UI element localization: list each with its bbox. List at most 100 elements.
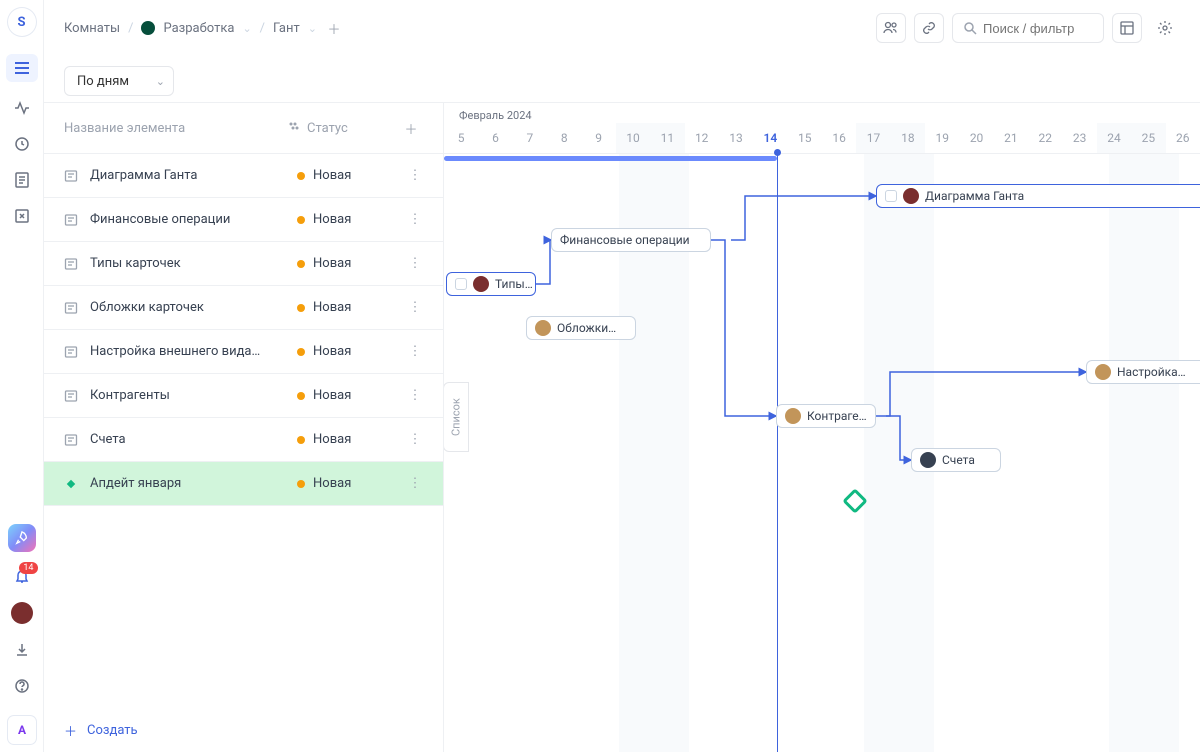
gantt-task[interactable]: Настройка… xyxy=(1086,360,1200,384)
gantt-task-label: Типы… xyxy=(495,277,533,291)
gantt-day: 26 xyxy=(1166,123,1200,153)
chevron-down-icon[interactable]: ⌄ xyxy=(242,22,251,35)
gantt-month-label: Февраль 2024 xyxy=(459,109,532,122)
nav-bell-icon[interactable]: 14 xyxy=(12,566,32,586)
task-status: Новая xyxy=(297,432,407,447)
weekend-column xyxy=(1109,154,1144,752)
status-dot xyxy=(297,392,305,400)
create-button[interactable]: ＋ Создать xyxy=(64,721,138,740)
nav-doc-icon[interactable] xyxy=(12,170,32,190)
task-name: Типы карточек xyxy=(80,256,297,271)
assignee-avatar xyxy=(903,188,919,204)
gantt-day: 19 xyxy=(925,123,959,153)
task-status: Новая xyxy=(297,212,407,227)
gantt-day: 21 xyxy=(994,123,1028,153)
gantt-task[interactable]: Типы… xyxy=(446,272,536,296)
status-dot xyxy=(297,172,305,180)
checkbox-icon[interactable] xyxy=(885,190,897,202)
assignee-avatar xyxy=(1095,364,1111,380)
row-more-button[interactable]: ⋮ xyxy=(407,300,423,315)
task-list-panel: Название элемента Статус ＋ Диаграмма Ган… xyxy=(44,102,444,752)
gantt-day: 12 xyxy=(685,123,719,153)
row-more-button[interactable]: ⋮ xyxy=(407,256,423,271)
task-status: Новая xyxy=(297,344,407,359)
breadcrumb-sep-icon: / xyxy=(260,21,265,36)
gantt-day: 24 xyxy=(1097,123,1131,153)
settings-button[interactable] xyxy=(1150,13,1180,43)
card-icon xyxy=(64,169,80,183)
checkbox-icon[interactable] xyxy=(455,278,467,290)
nav-download-icon[interactable] xyxy=(12,640,32,660)
row-more-button[interactable]: ⋮ xyxy=(407,168,423,183)
gantt-day: 14 xyxy=(753,123,787,153)
task-status: Новая xyxy=(297,388,407,403)
gantt-task[interactable]: Финансовые операции xyxy=(551,228,711,252)
today-line xyxy=(777,154,778,752)
gantt-task[interactable]: Счета xyxy=(911,448,1001,472)
app-switcher-icon[interactable]: A xyxy=(8,716,36,744)
gantt-task[interactable]: Обложки… xyxy=(526,316,636,340)
row-more-button[interactable]: ⋮ xyxy=(407,388,423,403)
gantt-day: 16 xyxy=(822,123,856,153)
user-avatar[interactable] xyxy=(11,602,33,624)
table-row[interactable]: Финансовые операции Новая ⋮ xyxy=(44,198,443,242)
task-name: Счета xyxy=(80,432,297,447)
gantt-task-label: Финансовые операции xyxy=(560,233,690,247)
search-input[interactable] xyxy=(952,13,1104,43)
table-row[interactable]: Обложки карточек Новая ⋮ xyxy=(44,286,443,330)
row-more-button[interactable]: ⋮ xyxy=(407,212,423,227)
status-dot xyxy=(297,436,305,444)
table-row[interactable]: Счета Новая ⋮ xyxy=(44,418,443,462)
row-more-button[interactable]: ⋮ xyxy=(407,432,423,447)
add-column-button[interactable]: ＋ xyxy=(399,119,423,138)
task-rows: Диаграмма Ганта Новая ⋮ Финансовые опера… xyxy=(44,154,443,506)
gantt-task[interactable]: Контраге… xyxy=(776,404,876,428)
breadcrumb-view[interactable]: Гант xyxy=(273,21,300,36)
add-view-button[interactable]: ＋ xyxy=(325,19,343,37)
layout-button[interactable] xyxy=(1112,13,1142,43)
task-name: Обложки карточек xyxy=(80,300,297,315)
assignee-avatar xyxy=(920,452,936,468)
card-icon xyxy=(64,433,80,447)
table-row[interactable]: Настройка внешнего вида… Новая ⋮ xyxy=(44,330,443,374)
card-icon xyxy=(64,301,80,315)
members-button[interactable] xyxy=(876,13,906,43)
list-header: Название элемента Статус ＋ xyxy=(44,102,443,154)
milestone-icon xyxy=(64,477,80,491)
search-field[interactable] xyxy=(983,21,1093,36)
row-more-button[interactable]: ⋮ xyxy=(407,476,423,491)
table-row[interactable]: Контрагенты Новая ⋮ xyxy=(44,374,443,418)
gantt-day: 6 xyxy=(478,123,512,153)
assignee-avatar xyxy=(785,408,801,424)
weekend-column xyxy=(864,154,899,752)
granularity-select[interactable]: По дням ⌄ xyxy=(64,66,174,96)
search-icon xyxy=(963,21,977,35)
table-row[interactable]: Апдейт января Новая ⋮ xyxy=(44,462,443,506)
nav-time-icon[interactable] xyxy=(12,134,32,154)
nav-rocket-icon[interactable] xyxy=(8,524,36,552)
nav-list-icon[interactable] xyxy=(6,54,38,82)
table-row[interactable]: Диаграмма Ганта Новая ⋮ xyxy=(44,154,443,198)
task-name: Контрагенты xyxy=(80,388,297,403)
breadcrumb-room[interactable]: Разработка xyxy=(163,21,234,36)
nav-activity-icon[interactable] xyxy=(12,98,32,118)
link-button[interactable] xyxy=(914,13,944,43)
nav-help-icon[interactable] xyxy=(12,676,32,696)
gantt-day: 5 xyxy=(444,123,478,153)
gantt-days: 567891011121314151617181920212223242526 xyxy=(444,123,1200,153)
table-row[interactable]: Типы карточек Новая ⋮ xyxy=(44,242,443,286)
task-name: Диаграмма Ганта xyxy=(80,168,297,183)
app-logo[interactable]: S xyxy=(8,8,36,36)
gantt-body[interactable]: Диаграмма Ганта Финансовые операции Типы… О… xyxy=(444,154,1200,752)
task-name: Настройка внешнего вида… xyxy=(80,344,297,359)
chevron-down-icon[interactable]: ⌄ xyxy=(308,22,317,35)
card-icon xyxy=(64,213,80,227)
gantt-task-label: Контраге… xyxy=(807,409,867,423)
gantt-task[interactable]: Диаграмма Ганта xyxy=(876,184,1200,208)
task-status: Новая xyxy=(297,168,407,183)
gantt-header: Февраль 2024 567891011121314151617181920… xyxy=(444,102,1200,154)
nav-archive-icon[interactable] xyxy=(12,206,32,226)
header: Комнаты / Разработка ⌄ / Гант ⌄ ＋ xyxy=(44,0,1200,56)
breadcrumb-root[interactable]: Комнаты xyxy=(64,21,120,36)
row-more-button[interactable]: ⋮ xyxy=(407,344,423,359)
